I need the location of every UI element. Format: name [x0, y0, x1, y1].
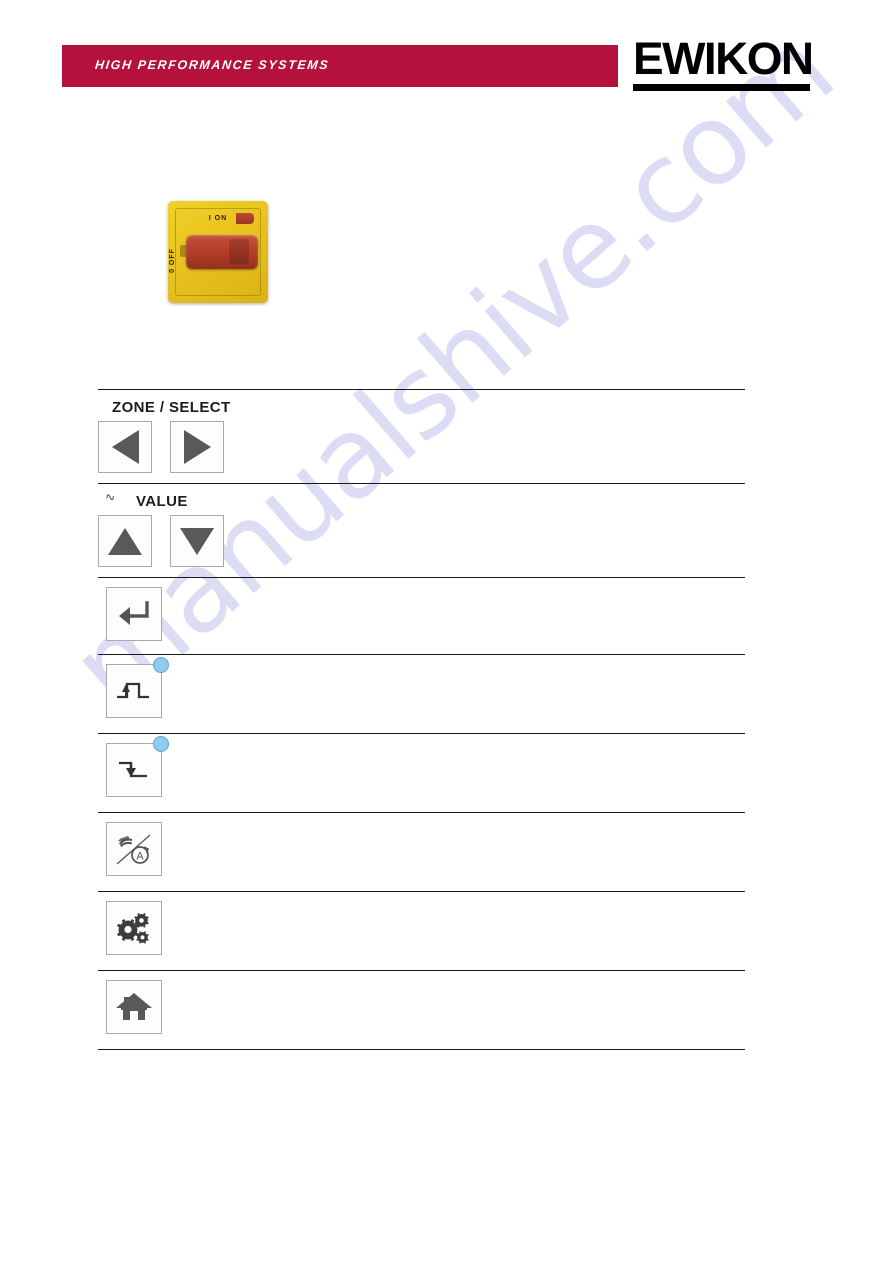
switch-off-label: 0 OFF	[168, 248, 176, 273]
ewikon-logo: EWIKON	[633, 36, 814, 91]
switch-knob-pointer	[236, 213, 254, 224]
switch-red-knob	[186, 235, 258, 269]
table-row	[98, 654, 745, 733]
document-page: manualshive.com HIGH PERFORMANCE SYSTEMS…	[0, 0, 893, 1263]
value-increase-button[interactable]	[98, 515, 152, 567]
table-row	[98, 577, 745, 654]
standby-led-indicator	[153, 736, 169, 752]
table-row	[98, 891, 745, 970]
table-row: ∿ VALUE	[98, 483, 745, 577]
zone-select-label: ZONE / SELECT	[112, 399, 231, 416]
gears-settings-icon	[116, 913, 149, 944]
zone-previous-button[interactable]	[98, 421, 152, 473]
triangle-up-icon	[108, 527, 142, 555]
manual-automatic-icon: A	[116, 834, 151, 865]
value-label: VALUE	[136, 493, 188, 510]
table-row	[98, 733, 745, 812]
table-row: A	[98, 812, 745, 891]
key-cell-manual-auto: A	[98, 813, 288, 886]
enter-key-icon	[119, 601, 149, 625]
switch-knob-notch	[229, 239, 249, 264]
manual-automatic-button[interactable]: A	[106, 822, 162, 876]
squiggle-mark-icon: ∿	[103, 489, 117, 505]
table-row	[98, 970, 745, 1050]
key-cell-value: ∿ VALUE	[98, 484, 288, 577]
header-tagline: HIGH PERFORMANCE SYSTEMS	[94, 58, 330, 72]
switch-yellow-plate: I ON 0 OFF	[168, 201, 268, 303]
page-header: HIGH PERFORMANCE SYSTEMS EWIKON	[0, 0, 893, 130]
triangle-left-icon	[111, 430, 139, 464]
key-description-value	[288, 484, 745, 503]
home-icon	[116, 993, 152, 1020]
key-cell-zone-select: ZONE / SELECT	[98, 390, 288, 483]
key-description-enter	[288, 578, 745, 597]
boost-button[interactable]	[106, 657, 169, 718]
key-cell-standby	[98, 734, 288, 807]
key-description-settings	[288, 892, 745, 911]
key-cell-boost	[98, 655, 288, 728]
enter-button[interactable]	[106, 587, 162, 641]
table-row: ZONE / SELECT	[98, 389, 745, 483]
key-description-standby	[288, 734, 745, 753]
standby-step-down-icon	[119, 761, 147, 778]
zone-next-button[interactable]	[170, 421, 224, 473]
key-description-boost	[288, 655, 745, 674]
header-red-bar: HIGH PERFORMANCE SYSTEMS	[62, 45, 618, 87]
logo-underline-rule	[633, 84, 810, 91]
logo-wordmark: EWIKON	[633, 33, 814, 84]
standby-button[interactable]	[106, 736, 169, 797]
key-cell-settings	[98, 892, 288, 965]
value-button-pair	[98, 515, 288, 567]
triangle-down-icon	[180, 527, 214, 555]
key-description-home	[288, 971, 745, 990]
home-button[interactable]	[106, 980, 162, 1034]
key-description-manual-auto	[288, 813, 745, 832]
key-description-zone-select	[288, 390, 745, 409]
svg-text:A: A	[136, 851, 144, 863]
key-cell-enter	[98, 578, 288, 651]
key-cell-home	[98, 971, 288, 1044]
value-decrease-button[interactable]	[170, 515, 224, 567]
zone-select-button-pair	[98, 421, 288, 473]
triangle-right-icon	[183, 430, 211, 464]
boost-led-indicator	[153, 657, 169, 673]
settings-button[interactable]	[106, 901, 162, 955]
boost-step-up-icon	[117, 682, 149, 699]
control-key-table: ZONE / SELECT ∿ VALUE A	[98, 389, 745, 1050]
main-switch-figure: I ON 0 OFF	[168, 201, 270, 305]
